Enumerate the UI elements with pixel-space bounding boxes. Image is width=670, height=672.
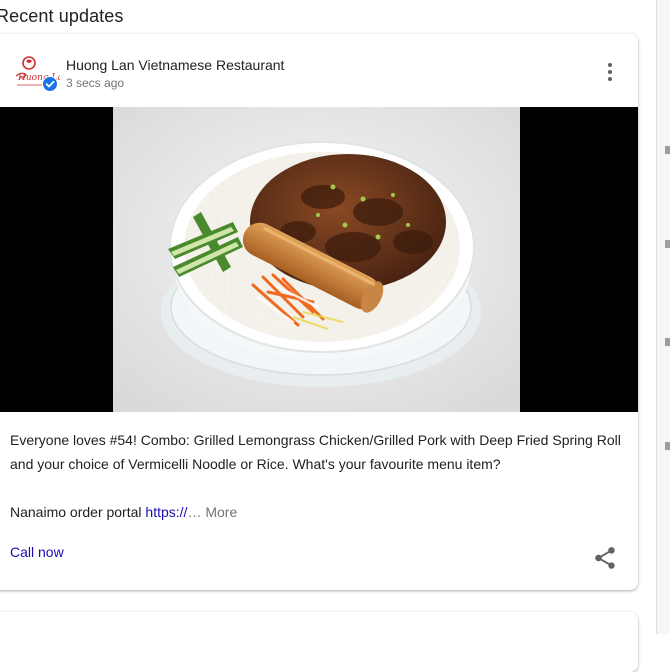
more-link[interactable]: More: [205, 504, 237, 520]
verified-check-icon: [42, 76, 58, 92]
portal-ellipsis: …: [187, 504, 202, 520]
section-title: Recent updates: [0, 6, 124, 26]
business-name[interactable]: Huong Lan Vietnamese Restaurant: [66, 57, 284, 73]
post-timestamp: 3 secs ago: [66, 76, 125, 90]
side-mark: [665, 442, 670, 450]
portal-label: Nanaimo order portal: [10, 504, 142, 520]
food-photo: [113, 107, 520, 412]
side-mark: [665, 146, 670, 154]
more-vert-icon[interactable]: [596, 58, 624, 86]
call-now-button[interactable]: Call now: [10, 544, 64, 560]
side-strip: [657, 0, 670, 634]
next-post-card: [0, 612, 638, 672]
post-media[interactable]: [0, 107, 638, 412]
portal-link[interactable]: https://: [145, 504, 187, 520]
side-mark: [665, 240, 670, 248]
share-icon[interactable]: [592, 545, 618, 571]
portal-line: Nanaimo order portal https://… More: [10, 500, 237, 524]
post-body: Everyone loves #54! Combo: Grilled Lemon…: [10, 432, 621, 472]
side-mark: [665, 338, 670, 346]
